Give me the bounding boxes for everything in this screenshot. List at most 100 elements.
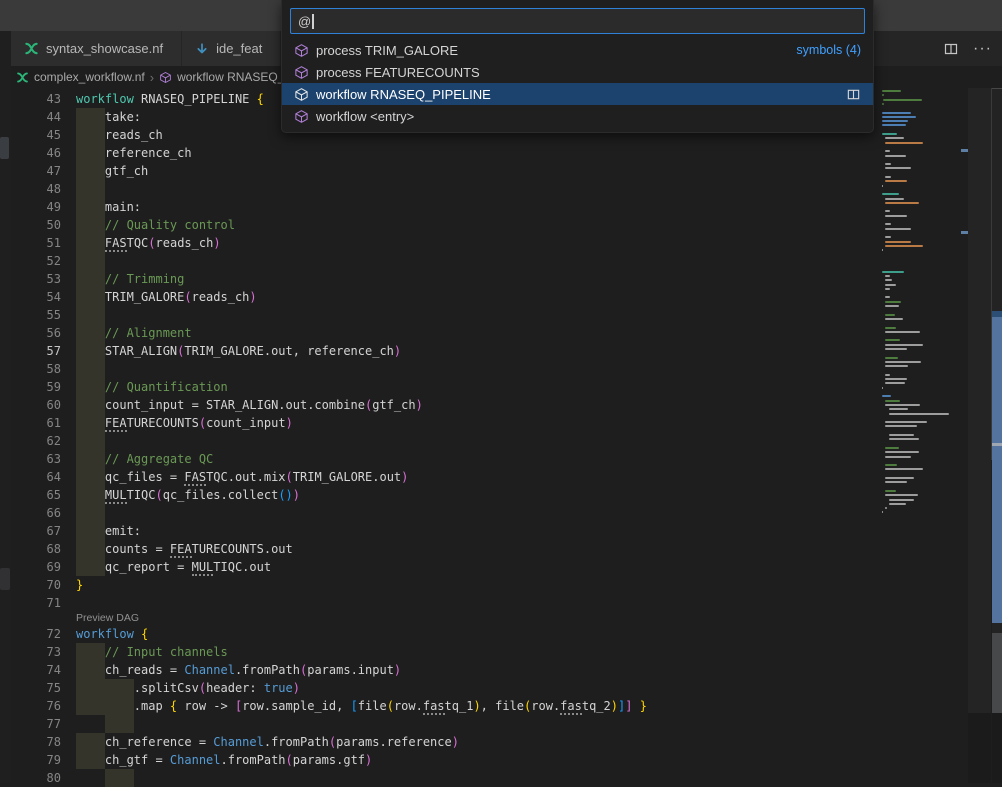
line-number: 63 (11, 450, 61, 468)
code-line[interactable]: 64 qc_files = FASTQC.out.mix(TRIM_GALORE… (0, 468, 1002, 486)
code-line[interactable]: 80 (0, 769, 1002, 787)
quick-open-item[interactable]: workflow <entry> (282, 105, 873, 127)
code-line[interactable]: 62 (0, 432, 1002, 450)
line-number: 45 (11, 126, 61, 144)
indent-guide-block (105, 769, 134, 787)
code-text: reads_ch (76, 126, 163, 144)
window-left-edge (0, 31, 11, 783)
code-line[interactable]: 50 // Quality control (0, 216, 1002, 234)
code-text: .map { row -> [row.sample_id, [file(row.… (76, 697, 647, 715)
scrollbar-thumb-cap (992, 311, 1002, 317)
quick-open-item[interactable]: workflow RNASEQ_PIPELINE (282, 83, 873, 105)
code-line[interactable]: 73 // Input channels (0, 643, 1002, 661)
line-number: 80 (11, 769, 61, 787)
code-line[interactable]: 51 FASTQC(reads_ch) (0, 234, 1002, 252)
breadcrumb-file[interactable]: complex_workflow.nf (34, 70, 145, 84)
code-line[interactable]: 46 reference_ch (0, 144, 1002, 162)
code-line[interactable]: 72workflow { (0, 625, 1002, 643)
code-line[interactable]: 54 TRIM_GALORE(reads_ch) (0, 288, 1002, 306)
code-line[interactable]: 56 // Alignment (0, 324, 1002, 342)
line-number: 52 (11, 252, 61, 270)
line-number: 65 (11, 486, 61, 504)
code-text: MULTIQC(qc_files.collect()) (76, 486, 300, 504)
code-line[interactable]: 49 main: (0, 198, 1002, 216)
line-number: 76 (11, 697, 61, 715)
code-text: counts = FEATURECOUNTS.out (76, 540, 293, 558)
code-line[interactable]: 79 ch_gtf = Channel.fromPath(params.gtf) (0, 751, 1002, 769)
quick-open-item[interactable]: process TRIM_GALOREsymbols (4) (282, 39, 873, 61)
codelens-preview-dag[interactable]: Preview DAG (76, 612, 139, 625)
code-line[interactable]: 71 (0, 594, 1002, 612)
scrollbar-thumb[interactable] (992, 311, 1002, 623)
code-area[interactable]: 43workflow RNASEQ_PIPELINE {44 take:45 r… (0, 88, 1002, 783)
line-number: 59 (11, 378, 61, 396)
code-line[interactable]: 61 FEATURECOUNTS(count_input) (0, 414, 1002, 432)
text-caret (312, 14, 314, 29)
quick-open-item[interactable]: process FEATURECOUNTS (282, 61, 873, 83)
code-text: // Alignment (76, 324, 192, 342)
code-line[interactable]: 52 (0, 252, 1002, 270)
code-line[interactable]: 58 (0, 360, 1002, 378)
code-line[interactable]: 53 // Trimming (0, 270, 1002, 288)
line-number: 67 (11, 522, 61, 540)
symbol-cube-icon (294, 109, 309, 124)
code-text: FEATURECOUNTS(count_input) (76, 414, 293, 432)
editor-actions: ··· (943, 31, 992, 66)
minimap[interactable] (878, 88, 968, 628)
code-line[interactable]: 65 MULTIQC(qc_files.collect()) (0, 486, 1002, 504)
line-number: 75 (11, 679, 61, 697)
indent-guide-block (76, 504, 105, 522)
line-number: 46 (11, 144, 61, 162)
code-line[interactable]: 59 // Quantification (0, 378, 1002, 396)
code-line[interactable]: 75 .splitCsv(header: true) (0, 679, 1002, 697)
query-text: @ (298, 14, 311, 29)
line-number: 47 (11, 162, 61, 180)
open-to-side-icon[interactable] (846, 87, 861, 102)
code-text: .splitCsv(header: true) (76, 679, 300, 697)
code-line[interactable]: 57 STAR_ALIGN(TRIM_GALORE.out, reference… (0, 342, 1002, 360)
line-number: 78 (11, 733, 61, 751)
code-line[interactable]: 78 ch_reference = Channel.fromPath(param… (0, 733, 1002, 751)
more-actions-icon[interactable]: ··· (973, 44, 992, 54)
code-line[interactable]: 47 gtf_ch (0, 162, 1002, 180)
code-text: take: (76, 108, 141, 126)
quick-open-input[interactable]: @ (290, 8, 865, 34)
code-line[interactable]: 55 (0, 306, 1002, 324)
symbol-cube-icon (159, 71, 172, 84)
line-number: 53 (11, 270, 61, 288)
code-line[interactable]: 48 (0, 180, 1002, 198)
code-text: ch_reads = Channel.fromPath(params.input… (76, 661, 401, 679)
left-edge-widget (0, 137, 9, 159)
line-number: 74 (11, 661, 61, 679)
line-number: 61 (11, 414, 61, 432)
code-line[interactable]: 68 counts = FEATURECOUNTS.out (0, 540, 1002, 558)
symbol-cube-icon (294, 43, 309, 58)
quick-open-results: process TRIM_GALOREsymbols (4) process F… (282, 39, 873, 127)
code-line[interactable]: 76 .map { row -> [row.sample_id, [file(r… (0, 697, 1002, 715)
indent-guide-block (76, 360, 105, 378)
code-line[interactable]: 74 ch_reads = Channel.fromPath(params.in… (0, 661, 1002, 679)
code-text: // Aggregate QC (76, 450, 213, 468)
code-line[interactable]: 67 emit: (0, 522, 1002, 540)
tab-syntax-showcase[interactable]: syntax_showcase.nf (11, 31, 181, 66)
code-text: // Quantification (76, 378, 228, 396)
scrollbar-thumb-secondary[interactable] (992, 633, 1002, 713)
code-line[interactable]: 77 (0, 715, 1002, 733)
line-number: 64 (11, 468, 61, 486)
code-line[interactable]: 66 (0, 504, 1002, 522)
code-editor[interactable]: 43workflow RNASEQ_PIPELINE {44 take:45 r… (0, 88, 1002, 783)
quick-open-item-label: workflow RNASEQ_PIPELINE (316, 87, 491, 102)
arrow-down-icon (195, 42, 209, 56)
tab-label: ide_feat (216, 41, 262, 56)
code-line[interactable]: 63 // Aggregate QC (0, 450, 1002, 468)
line-number: 69 (11, 558, 61, 576)
symbols-count-label: symbols (4) (796, 43, 861, 57)
code-line[interactable]: 60 count_input = STAR_ALIGN.out.combine(… (0, 396, 1002, 414)
tab-ide-features[interactable]: ide_feat (182, 31, 280, 66)
line-number: 44 (11, 108, 61, 126)
line-number: 56 (11, 324, 61, 342)
split-editor-icon[interactable] (943, 41, 959, 57)
code-line[interactable]: 69 qc_report = MULTIQC.out (0, 558, 1002, 576)
code-line[interactable]: 70} (0, 576, 1002, 594)
nextflow-icon (24, 41, 39, 56)
